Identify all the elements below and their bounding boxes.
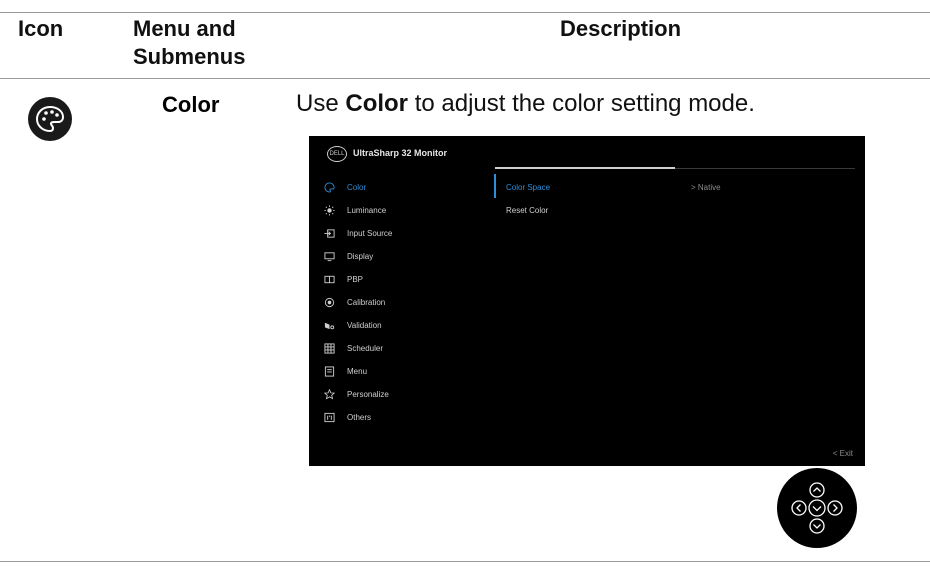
joystick-down-icon bbox=[809, 518, 825, 534]
header-menu-line2: Submenus bbox=[133, 44, 246, 69]
monitor-icon bbox=[323, 251, 335, 263]
osd-menu-label: PBP bbox=[347, 275, 364, 284]
osd-menu-item-calibration[interactable]: Calibration bbox=[323, 291, 493, 314]
osd-menu-label: Input Source bbox=[347, 229, 393, 238]
info-icon bbox=[323, 412, 335, 424]
dell-logo: DELL bbox=[327, 146, 347, 162]
osd-menu-label: Scheduler bbox=[347, 344, 384, 353]
osd-active-indicator bbox=[494, 174, 496, 198]
header-menu: Menu and Submenus bbox=[133, 15, 293, 71]
star-icon bbox=[323, 389, 335, 401]
osd-submenu-label: Reset Color bbox=[506, 206, 549, 215]
desc-bold: Color bbox=[345, 90, 409, 117]
osd-top-highlight bbox=[495, 167, 675, 169]
joystick-center-icon bbox=[808, 499, 826, 517]
osd-menu-label: Others bbox=[347, 413, 372, 422]
osd-menu-item-display[interactable]: Display bbox=[323, 245, 493, 268]
osd-screenshot: DELL UltraSharp 32 Monitor Color Luminan… bbox=[309, 136, 865, 466]
osd-menu-item-pbp[interactable]: PBP bbox=[323, 268, 493, 291]
header-description: Description bbox=[560, 16, 682, 41]
osd-main-menu: Color Luminance Input Source Display PBP… bbox=[323, 176, 493, 429]
target-icon bbox=[323, 297, 335, 309]
osd-exit[interactable]: < Exit bbox=[833, 449, 853, 458]
osd-menu-label: Display bbox=[347, 252, 374, 261]
osd-menu-item-luminance[interactable]: Luminance bbox=[323, 199, 493, 222]
osd-menu-label: Validation bbox=[347, 321, 382, 330]
osd-menu-item-color[interactable]: Color bbox=[323, 176, 493, 199]
osd-menu-label: Luminance bbox=[347, 206, 387, 215]
osd-title: UltraSharp 32 Monitor bbox=[353, 148, 448, 158]
grid-icon bbox=[323, 343, 335, 355]
joystick-right-icon bbox=[827, 500, 843, 516]
osd-menu-label: Color bbox=[347, 183, 367, 192]
header-menu-line1: Menu and bbox=[133, 16, 236, 41]
osd-menu-label: Menu bbox=[347, 367, 368, 376]
table-top-rule bbox=[0, 12, 930, 13]
joystick-left-icon bbox=[791, 500, 807, 516]
row-description: Use Color to adjust the color setting mo… bbox=[296, 90, 755, 118]
color-palette-icon bbox=[28, 97, 72, 141]
joystick-up-icon bbox=[809, 482, 825, 498]
osd-submenu: Color Space > Native Reset Color bbox=[506, 176, 846, 222]
palette-icon bbox=[323, 182, 335, 194]
pbp-icon bbox=[323, 274, 335, 286]
table-header-rule bbox=[0, 78, 930, 79]
osd-menu-label: Calibration bbox=[347, 298, 386, 307]
osd-submenu-label: Color Space bbox=[506, 183, 551, 192]
list-icon bbox=[323, 366, 335, 378]
input-icon bbox=[323, 228, 335, 240]
desc-suffix: to adjust the color setting mode. bbox=[408, 90, 755, 117]
validation-icon bbox=[323, 320, 335, 332]
sun-icon bbox=[323, 205, 335, 217]
osd-menu-item-personalize[interactable]: Personalize bbox=[323, 383, 493, 406]
osd-submenu-item-reset-color[interactable]: Reset Color bbox=[506, 199, 846, 222]
osd-menu-item-others[interactable]: Others bbox=[323, 406, 493, 429]
osd-menu-item-validation[interactable]: Validation bbox=[323, 314, 493, 337]
row-title: Color bbox=[162, 92, 220, 117]
osd-submenu-value: > Native bbox=[691, 183, 721, 192]
desc-prefix: Use bbox=[296, 90, 346, 117]
header-icon: Icon bbox=[18, 16, 64, 41]
joystick-graphic bbox=[777, 468, 857, 548]
osd-menu-item-input-source[interactable]: Input Source bbox=[323, 222, 493, 245]
osd-menu-item-scheduler[interactable]: Scheduler bbox=[323, 337, 493, 360]
table-bottom-rule bbox=[0, 561, 930, 562]
osd-submenu-item-color-space[interactable]: Color Space > Native bbox=[506, 176, 846, 199]
osd-menu-label: Personalize bbox=[347, 390, 389, 399]
osd-menu-item-menu[interactable]: Menu bbox=[323, 360, 493, 383]
